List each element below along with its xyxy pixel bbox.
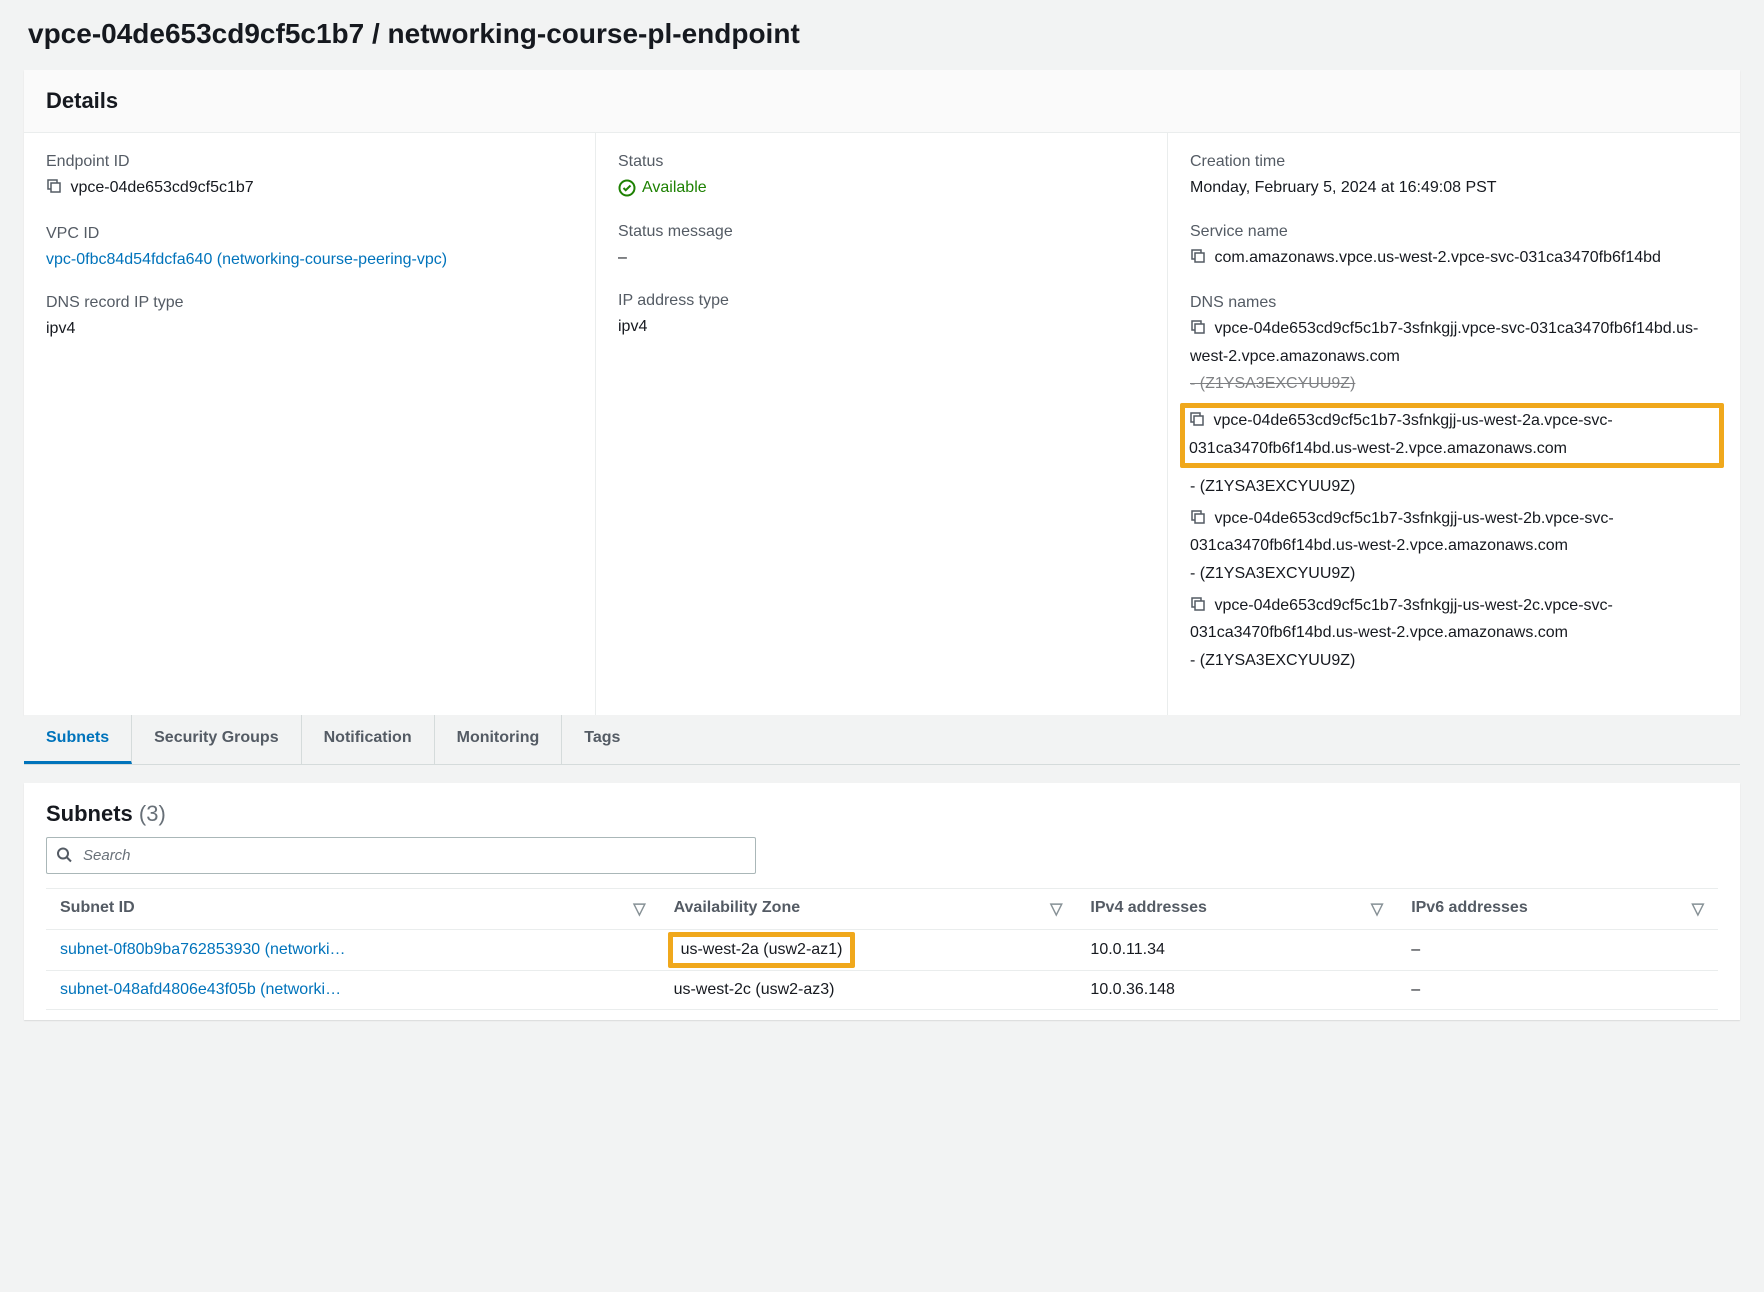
subnet-id-link[interactable]: subnet-048afd4806e43f05b (networki… (60, 981, 341, 998)
status-message-label: Status message (618, 223, 1145, 241)
highlight-box: vpce-04de653cd9cf5c1b7-3sfnkgjj-us-west-… (1180, 403, 1724, 468)
sort-icon: ▽ (1050, 899, 1062, 919)
endpoint-id-label: Endpoint ID (46, 153, 573, 171)
column-header[interactable]: IPv4 addresses▽ (1076, 889, 1397, 930)
copy-icon[interactable] (1190, 508, 1206, 534)
column-header[interactable]: IPv6 addresses▽ (1397, 889, 1718, 930)
ipv6-value: – (1397, 971, 1718, 1010)
dns-hosted-zone: - (Z1YSA3EXCYUU9Z) (1190, 371, 1718, 397)
dns-record-ip-type-label: DNS record IP type (46, 294, 573, 312)
status-value: Available (618, 175, 707, 201)
details-panel: Details Endpoint ID vpce-04de653cd9cf5c1… (24, 70, 1740, 715)
column-header[interactable]: Subnet ID▽ (46, 889, 660, 930)
sort-icon: ▽ (1692, 899, 1704, 919)
table-row: subnet-048afd4806e43f05b (networki… us-we… (46, 971, 1718, 1010)
subnets-title: Subnets (46, 801, 133, 826)
dns-name-value: vpce-04de653cd9cf5c1b7-3sfnkgjj-us-west-… (1190, 597, 1613, 642)
az-value: us-west-2c (usw2-az3) (660, 971, 1077, 1010)
dns-record-ip-type-value: ipv4 (46, 316, 573, 342)
subnets-count: (3) (139, 801, 166, 826)
sort-icon: ▽ (1371, 899, 1383, 919)
creation-time-label: Creation time (1190, 153, 1718, 171)
vpc-id-link[interactable]: vpc-0fbc84d54fdcfa640 (networking-course… (46, 251, 447, 268)
tab-subnets[interactable]: Subnets (24, 715, 132, 764)
creation-time-value: Monday, February 5, 2024 at 16:49:08 PST (1190, 175, 1718, 201)
copy-icon[interactable] (1190, 247, 1206, 273)
details-heading: Details (24, 70, 1740, 133)
subnets-table: Subnet ID▽Availability Zone▽IPv4 address… (46, 888, 1718, 1010)
ipv4-value: 10.0.36.148 (1076, 971, 1397, 1010)
status-text: Available (642, 175, 707, 201)
column-header[interactable]: Availability Zone▽ (660, 889, 1077, 930)
dns-name-value: vpce-04de653cd9cf5c1b7-3sfnkgjj.vpce-svc… (1190, 320, 1698, 365)
tab-security-groups[interactable]: Security Groups (132, 715, 301, 764)
dns-names-label: DNS names (1190, 294, 1718, 312)
dns-hosted-zone: - (Z1YSA3EXCYUU9Z) (1190, 474, 1718, 500)
details-col-1: Endpoint ID vpce-04de653cd9cf5c1b7 VPC I… (24, 133, 596, 715)
copy-icon[interactable] (46, 177, 62, 203)
search-icon (56, 846, 72, 865)
dns-hosted-zone: - (Z1YSA3EXCYUU9Z) (1190, 561, 1718, 587)
details-col-2: Status Available Status message – IP add… (596, 133, 1168, 715)
tab-monitoring[interactable]: Monitoring (435, 715, 563, 764)
highlight-box: us-west-2a (usw2-az1) (668, 932, 856, 968)
sort-icon: ▽ (633, 899, 645, 919)
status-message-value: – (618, 245, 1145, 271)
status-label: Status (618, 153, 1145, 171)
tab-notification[interactable]: Notification (302, 715, 435, 764)
dns-name-value: vpce-04de653cd9cf5c1b7-3sfnkgjj-us-west-… (1189, 412, 1613, 457)
dns-hosted-zone: - (Z1YSA3EXCYUU9Z) (1190, 648, 1718, 674)
search-input[interactable] (46, 837, 756, 874)
details-col-3: Creation time Monday, February 5, 2024 a… (1168, 133, 1740, 715)
service-name-label: Service name (1190, 223, 1718, 241)
ip-address-type-label: IP address type (618, 292, 1145, 310)
tabs: SubnetsSecurity GroupsNotificationMonito… (24, 715, 1740, 765)
ipv6-value: – (1397, 930, 1718, 971)
dns-name-value: vpce-04de653cd9cf5c1b7-3sfnkgjj-us-west-… (1190, 510, 1614, 555)
copy-icon[interactable] (1189, 410, 1205, 436)
service-name-value: com.amazonaws.vpce.us-west-2.vpce-svc-03… (1214, 249, 1660, 266)
copy-icon[interactable] (1190, 595, 1206, 621)
page-title: vpce-04de653cd9cf5c1b7 / networking-cour… (0, 0, 1764, 70)
endpoint-id-value: vpce-04de653cd9cf5c1b7 (70, 179, 253, 196)
table-row: subnet-0f80b9ba762853930 (networki… us-we… (46, 930, 1718, 971)
ipv4-value: 10.0.11.34 (1076, 930, 1397, 971)
subnet-id-link[interactable]: subnet-0f80b9ba762853930 (networki… (60, 941, 346, 958)
ip-address-type-value: ipv4 (618, 314, 1145, 340)
dns-names-list: vpce-04de653cd9cf5c1b7-3sfnkgjj.vpce-svc… (1190, 316, 1718, 673)
vpc-id-label: VPC ID (46, 225, 573, 243)
subnets-panel: Subnets (3) Subnet ID▽Availability Zone▽… (24, 783, 1740, 1020)
copy-icon[interactable] (1190, 318, 1206, 344)
tab-tags[interactable]: Tags (562, 715, 642, 764)
